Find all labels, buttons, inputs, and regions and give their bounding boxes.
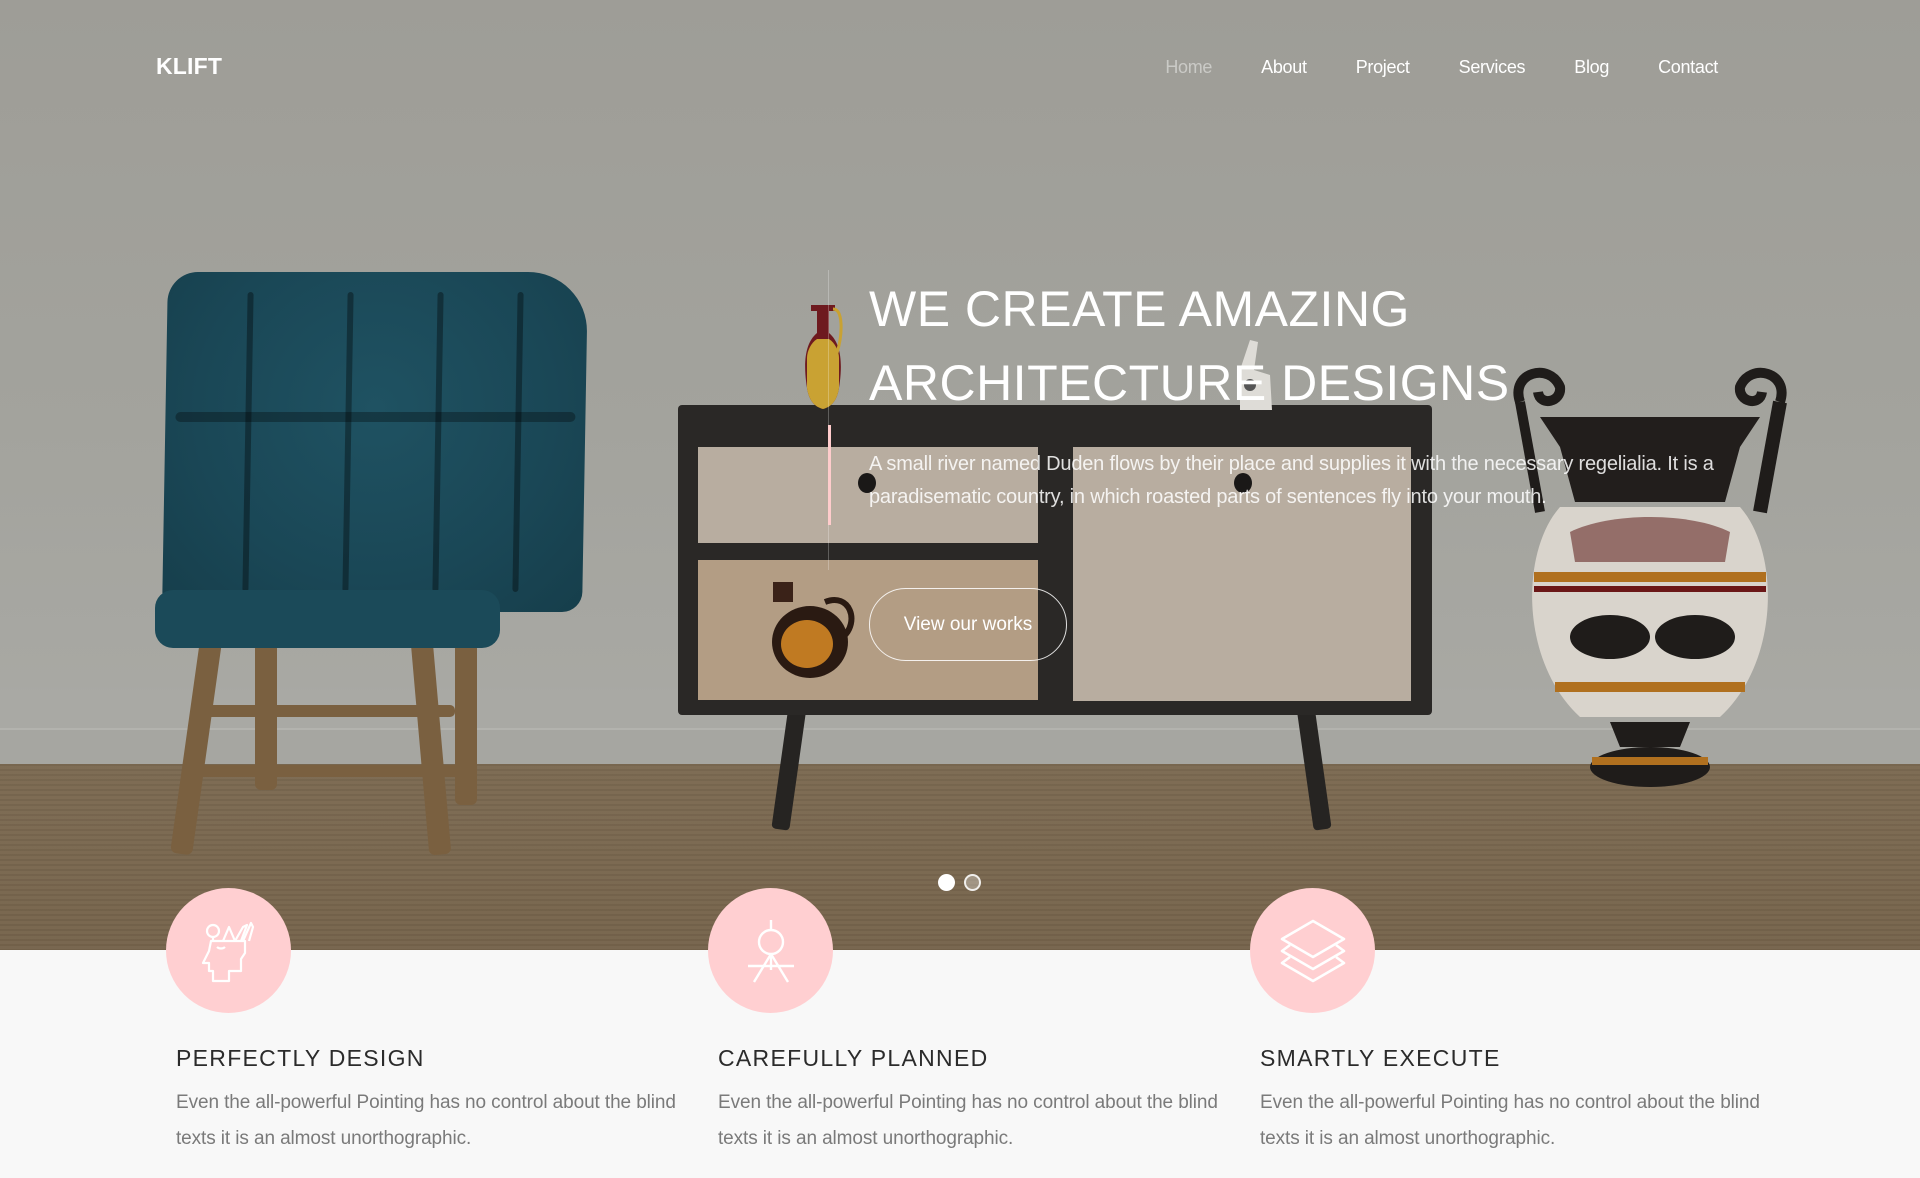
- main-menu: Home About Project Services Blog Contact: [1116, 57, 1718, 78]
- layers-icon: [1280, 919, 1345, 982]
- hero-title-line-1: WE CREATE AMAZING: [869, 281, 1410, 337]
- hero-title: WE CREATE AMAZING ARCHITECTURE DESIGNS: [869, 272, 1510, 420]
- top-navbar: KLIFT Home About Project Services Blog C…: [0, 0, 1920, 137]
- brand-logo[interactable]: KLIFT: [156, 53, 222, 80]
- feature-icon-circle: [708, 888, 833, 1013]
- view-our-works-button[interactable]: View our works: [869, 588, 1067, 661]
- feature-title: SMARTLY EXECUTE: [1260, 1045, 1501, 1071]
- hero-divider-line: [828, 270, 829, 570]
- slider-dot-1[interactable]: [938, 874, 955, 891]
- slider-pagination: [938, 874, 981, 891]
- feature-text: Even the all-powerful Pointing has no co…: [718, 1092, 1218, 1149]
- head-ideas-icon: [201, 921, 254, 982]
- nav-item-blog[interactable]: Blog: [1574, 57, 1609, 78]
- feature-title: CAREFULLY PLANNED: [718, 1045, 989, 1071]
- nav-item-contact[interactable]: Contact: [1658, 57, 1718, 78]
- feature-icon-circle: [1250, 888, 1375, 1013]
- nav-item-about[interactable]: About: [1261, 57, 1307, 78]
- nav-item-project[interactable]: Project: [1356, 57, 1410, 78]
- slider-dot-2[interactable]: [964, 874, 981, 891]
- feature-title: PERFECTLY DESIGN: [176, 1045, 425, 1071]
- feature-text: Even the all-powerful Pointing has no co…: [176, 1092, 676, 1149]
- hero-description: A small river named Duden flows by their…: [869, 453, 1714, 508]
- hero-section: WE CREATE AMAZING ARCHITECTURE DESIGNS A…: [0, 0, 1920, 950]
- feature-icon-circle: [166, 888, 291, 1013]
- nav-item-services[interactable]: Services: [1459, 57, 1526, 78]
- hero-accent-bar: [828, 425, 831, 525]
- hero-title-line-2: ARCHITECTURE DESIGNS: [869, 355, 1510, 411]
- feature-text: Even the all-powerful Pointing has no co…: [1260, 1092, 1760, 1149]
- nav-item-home[interactable]: Home: [1165, 57, 1212, 78]
- compass-icon: [747, 919, 794, 983]
- features-section: PERFECTLY DESIGN Even the all-powerful P…: [0, 888, 1920, 1178]
